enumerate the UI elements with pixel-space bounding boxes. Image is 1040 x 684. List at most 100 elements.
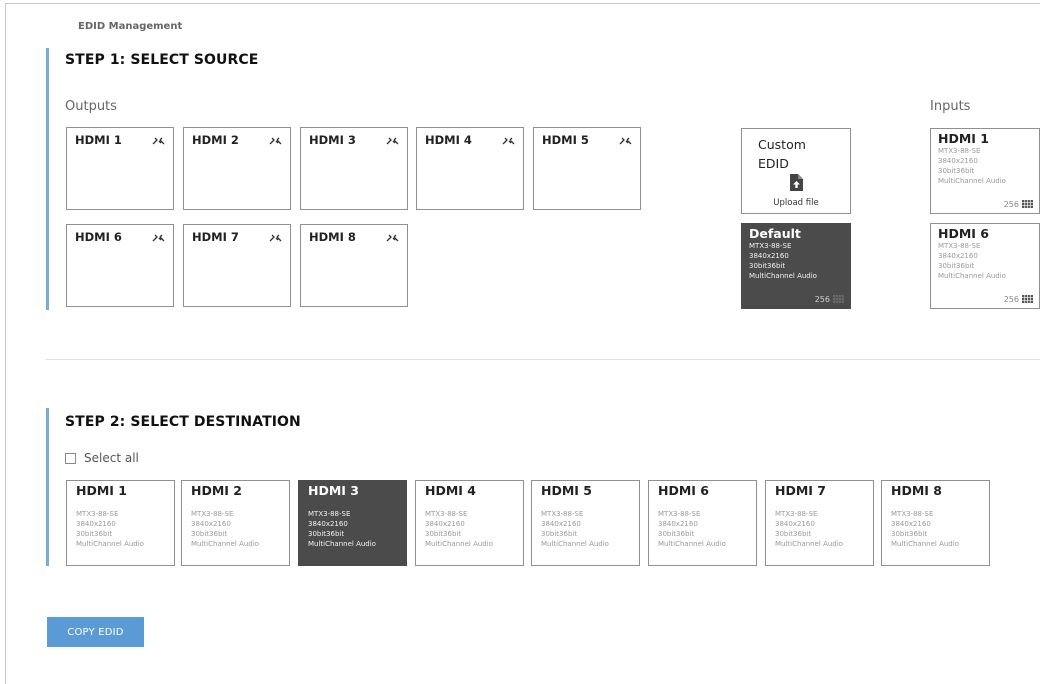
input-card-hdmi-6[interactable]: HDMI 6 MTX3-88-SE 3840x2160 30bit36bit M… <box>930 223 1040 309</box>
output-card-hdmi-5[interactable]: HDMI 5 <box>533 127 641 210</box>
destination-card-hdmi-3[interactable]: HDMI 3 MTX3-88-SE 3840x2160 30bit36bit M… <box>298 480 407 566</box>
section-divider <box>46 359 1040 360</box>
edid-line: 30bit36bit <box>938 167 975 175</box>
select-all-control[interactable]: Select all <box>65 451 139 465</box>
edid-line: 30bit36bit <box>658 530 695 538</box>
edid-line: MTX3-88-SE <box>191 510 234 518</box>
file-upload-icon[interactable] <box>789 174 803 191</box>
output-name: HDMI 5 <box>542 133 589 147</box>
edid-block-count: 256 <box>1003 295 1019 304</box>
edid-line: 3840x2160 <box>308 520 348 528</box>
default-edid-card[interactable]: Default MTX3-88-SE 3840x2160 30bit36bit … <box>741 223 851 309</box>
grid-icon <box>1022 200 1033 208</box>
output-name: HDMI 2 <box>192 133 239 147</box>
upload-file-label[interactable]: Upload file <box>742 198 850 208</box>
output-name: HDMI 6 <box>75 230 122 244</box>
grid-icon <box>833 295 844 303</box>
destination-edid-details: MTX3-88-SE 3840x2160 30bit36bit MultiCha… <box>775 509 843 549</box>
edid-line: MultiChannel Audio <box>775 540 843 548</box>
destination-name: HDMI 4 <box>425 483 476 498</box>
step1-accent-bar <box>46 48 49 310</box>
edid-line: 3840x2160 <box>76 520 116 528</box>
edid-line: MTX3-88-SE <box>938 147 981 155</box>
unlinked-chain-icon <box>386 137 399 145</box>
output-name: HDMI 1 <box>75 133 122 147</box>
edid-block-count: 256 <box>814 295 830 304</box>
edid-line: MTX3-88-SE <box>541 510 584 518</box>
edid-line: MultiChannel Audio <box>308 540 376 548</box>
edid-line: MultiChannel Audio <box>891 540 959 548</box>
output-card-hdmi-8[interactable]: HDMI 8 <box>300 224 408 307</box>
edid-line: 3840x2160 <box>749 252 789 260</box>
input-edid-details: MTX3-88-SE 3840x2160 30bit36bit MultiCha… <box>938 241 1006 281</box>
output-card-hdmi-6[interactable]: HDMI 6 <box>66 224 174 307</box>
output-card-hdmi-4[interactable]: HDMI 4 <box>416 127 524 210</box>
edid-line: 3840x2160 <box>541 520 581 528</box>
output-card-hdmi-2[interactable]: HDMI 2 <box>183 127 291 210</box>
step2-accent-bar <box>46 408 49 566</box>
edid-line: MTX3-88-SE <box>308 510 351 518</box>
output-name: HDMI 4 <box>425 133 472 147</box>
input-card-hdmi-1[interactable]: HDMI 1 MTX3-88-SE 3840x2160 30bit36bit M… <box>930 128 1040 214</box>
destination-card-hdmi-7[interactable]: HDMI 7 MTX3-88-SE 3840x2160 30bit36bit M… <box>765 480 874 566</box>
edid-line: 3840x2160 <box>775 520 815 528</box>
edid-line: 3840x2160 <box>891 520 931 528</box>
output-card-hdmi-1[interactable]: HDMI 1 <box>66 127 174 210</box>
input-name: HDMI 1 <box>938 131 989 146</box>
edid-line: MTX3-88-SE <box>749 242 792 250</box>
destination-edid-details: MTX3-88-SE 3840x2160 30bit36bit MultiCha… <box>191 509 259 549</box>
destination-card-hdmi-2[interactable]: HDMI 2 MTX3-88-SE 3840x2160 30bit36bit M… <box>181 480 290 566</box>
destination-name: HDMI 2 <box>191 483 242 498</box>
page-title: EDID Management <box>78 21 183 32</box>
edid-line: 30bit36bit <box>191 530 228 538</box>
edid-line: 30bit36bit <box>76 530 113 538</box>
edid-line: MultiChannel Audio <box>76 540 144 548</box>
destination-edid-details: MTX3-88-SE 3840x2160 30bit36bit MultiCha… <box>658 509 726 549</box>
edid-line: 30bit36bit <box>425 530 462 538</box>
unlinked-chain-icon <box>619 137 632 145</box>
edid-line: 30bit36bit <box>891 530 928 538</box>
destination-name: HDMI 6 <box>658 483 709 498</box>
destination-card-hdmi-4[interactable]: HDMI 4 MTX3-88-SE 3840x2160 30bit36bit M… <box>415 480 524 566</box>
destination-card-hdmi-5[interactable]: HDMI 5 MTX3-88-SE 3840x2160 30bit36bit M… <box>531 480 640 566</box>
output-card-hdmi-3[interactable]: HDMI 3 <box>300 127 408 210</box>
edid-line: 3840x2160 <box>938 252 978 260</box>
select-all-label: Select all <box>84 451 139 465</box>
destination-card-hdmi-8[interactable]: HDMI 8 MTX3-88-SE 3840x2160 30bit36bit M… <box>881 480 990 566</box>
step2-title: STEP 2: SELECT DESTINATION <box>65 414 301 430</box>
edid-line: MultiChannel Audio <box>425 540 493 548</box>
page-frame <box>5 3 1040 684</box>
output-name: HDMI 7 <box>192 230 239 244</box>
destination-edid-details: MTX3-88-SE 3840x2160 30bit36bit MultiCha… <box>541 509 609 549</box>
copy-edid-button[interactable]: COPY EDID <box>47 617 144 647</box>
edid-block-count: 256 <box>1003 200 1019 209</box>
edid-line: MTX3-88-SE <box>658 510 701 518</box>
custom-edid-card[interactable]: Custom EDID Upload file <box>741 128 851 214</box>
default-edid-name: Default <box>749 226 801 241</box>
edid-line: MultiChannel Audio <box>938 272 1006 280</box>
edid-line: MultiChannel Audio <box>749 272 817 280</box>
edid-line: 3840x2160 <box>425 520 465 528</box>
unlinked-chain-icon <box>269 137 282 145</box>
destination-card-hdmi-6[interactable]: HDMI 6 MTX3-88-SE 3840x2160 30bit36bit M… <box>648 480 757 566</box>
destination-card-hdmi-1[interactable]: HDMI 1 MTX3-88-SE 3840x2160 30bit36bit M… <box>66 480 175 566</box>
select-all-checkbox[interactable] <box>65 452 76 464</box>
edid-line: 30bit36bit <box>541 530 578 538</box>
unlinked-chain-icon <box>386 234 399 242</box>
inputs-label: Inputs <box>930 99 971 114</box>
unlinked-chain-icon <box>269 234 282 242</box>
output-name: HDMI 8 <box>309 230 356 244</box>
output-name: HDMI 3 <box>309 133 356 147</box>
edid-line: MTX3-88-SE <box>775 510 818 518</box>
edid-line: MultiChannel Audio <box>658 540 726 548</box>
edid-line: MTX3-88-SE <box>938 242 981 250</box>
edid-line: 30bit36bit <box>749 262 786 270</box>
edid-line: 3840x2160 <box>191 520 231 528</box>
edid-line: MTX3-88-SE <box>891 510 934 518</box>
output-card-hdmi-7[interactable]: HDMI 7 <box>183 224 291 307</box>
custom-edid-title: Custom EDID <box>758 137 806 171</box>
destination-edid-details: MTX3-88-SE 3840x2160 30bit36bit MultiCha… <box>308 509 376 549</box>
step1-title: STEP 1: SELECT SOURCE <box>65 52 259 68</box>
destination-name: HDMI 1 <box>76 483 127 498</box>
destination-name: HDMI 7 <box>775 483 826 498</box>
